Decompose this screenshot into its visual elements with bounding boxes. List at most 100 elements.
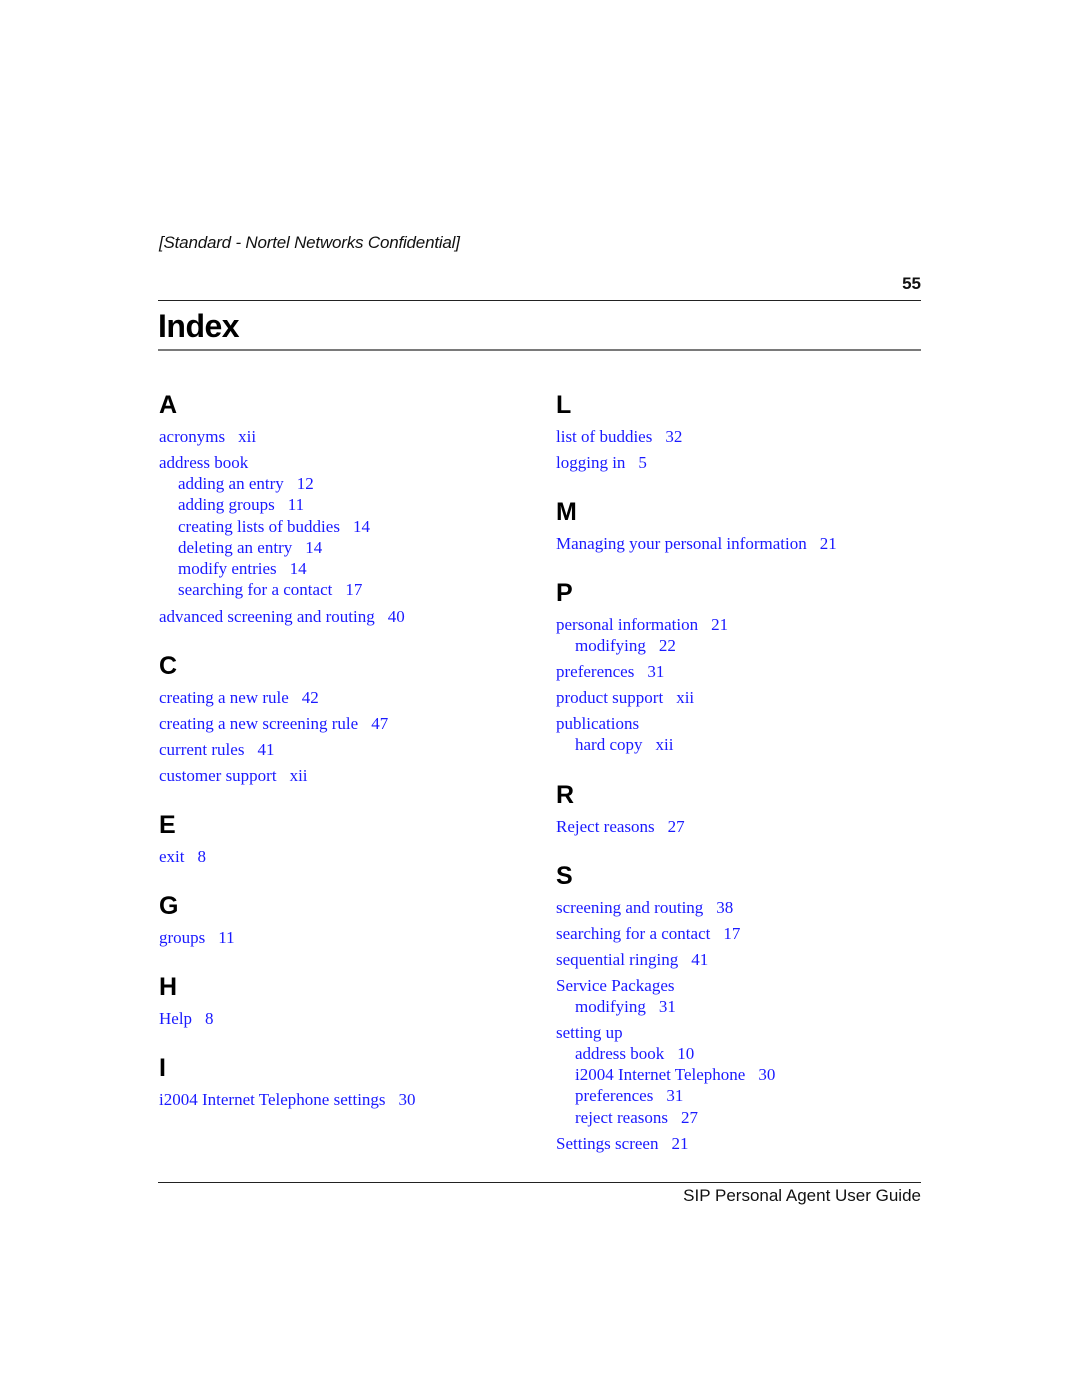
entry-page-link[interactable]: xii: [676, 688, 694, 707]
index-entry[interactable]: searching for a contact 17: [556, 923, 837, 944]
entry-page-link[interactable]: 38: [716, 898, 733, 917]
entry-page-link[interactable]: 31: [647, 662, 664, 681]
entry-page-link[interactable]: 8: [205, 1009, 214, 1028]
entry-term[interactable]: acronyms: [159, 427, 225, 446]
index-entry[interactable]: publications: [556, 713, 837, 734]
index-entry[interactable]: exit 8: [159, 846, 416, 867]
subentry-page-link[interactable]: 10: [677, 1044, 694, 1063]
subentry-page-link[interactable]: 22: [659, 636, 676, 655]
entry-term[interactable]: address book: [159, 453, 248, 472]
entry-term[interactable]: logging in: [556, 453, 625, 472]
entry-term[interactable]: current rules: [159, 740, 244, 759]
index-subentry[interactable]: deleting an entry 14: [159, 537, 416, 558]
index-entry[interactable]: Reject reasons 27: [556, 816, 837, 837]
index-subentry[interactable]: hard copy xii: [556, 734, 837, 755]
entry-term[interactable]: personal information: [556, 615, 698, 634]
entry-term[interactable]: creating a new screening rule: [159, 714, 358, 733]
entry-page-link[interactable]: 5: [638, 453, 647, 472]
index-subentry[interactable]: modifying 22: [556, 635, 837, 656]
index-entry[interactable]: sequential ringing 41: [556, 949, 837, 970]
entry-page-link[interactable]: 40: [388, 607, 405, 626]
subentry-term[interactable]: i2004 Internet Telephone: [575, 1065, 745, 1084]
subentry-page-link[interactable]: 31: [666, 1086, 683, 1105]
index-subentry[interactable]: searching for a contact 17: [159, 579, 416, 600]
index-subentry[interactable]: adding groups 11: [159, 494, 416, 515]
subentry-term[interactable]: reject reasons: [575, 1108, 668, 1127]
entry-term[interactable]: Reject reasons: [556, 817, 655, 836]
entry-term[interactable]: advanced screening and routing: [159, 607, 375, 626]
subentry-page-link[interactable]: 14: [353, 517, 370, 536]
subentry-page-link[interactable]: 27: [681, 1108, 698, 1127]
entry-term[interactable]: groups: [159, 928, 205, 947]
entry-page-link[interactable]: 17: [723, 924, 740, 943]
subentry-page-link[interactable]: xii: [656, 735, 674, 754]
index-entry[interactable]: creating a new screening rule 47: [159, 713, 416, 734]
entry-term[interactable]: i2004 Internet Telephone settings: [159, 1090, 386, 1109]
entry-page-link[interactable]: 21: [711, 615, 728, 634]
entry-page-link[interactable]: 8: [198, 847, 207, 866]
index-subentry[interactable]: creating lists of buddies 14: [159, 516, 416, 537]
entry-page-link[interactable]: 47: [371, 714, 388, 733]
subentry-term[interactable]: deleting an entry: [178, 538, 292, 557]
entry-term[interactable]: screening and routing: [556, 898, 703, 917]
entry-term[interactable]: list of buddies: [556, 427, 652, 446]
index-entry[interactable]: screening and routing 38: [556, 897, 837, 918]
subentry-page-link[interactable]: 30: [758, 1065, 775, 1084]
index-subentry[interactable]: reject reasons 27: [556, 1107, 837, 1128]
index-subentry[interactable]: address book 10: [556, 1043, 837, 1064]
entry-term[interactable]: creating a new rule: [159, 688, 289, 707]
entry-term[interactable]: searching for a contact: [556, 924, 710, 943]
entry-term[interactable]: Help: [159, 1009, 192, 1028]
index-entry[interactable]: customer support xii: [159, 765, 416, 786]
index-entry[interactable]: Settings screen 21: [556, 1133, 837, 1154]
index-entry[interactable]: preferences 31: [556, 661, 837, 682]
index-subentry[interactable]: modify entries 14: [159, 558, 416, 579]
entry-term[interactable]: setting up: [556, 1023, 623, 1042]
entry-term[interactable]: customer support: [159, 766, 277, 785]
subentry-page-link[interactable]: 31: [659, 997, 676, 1016]
entry-term[interactable]: Service Packages: [556, 976, 674, 995]
subentry-page-link[interactable]: 12: [297, 474, 314, 493]
entry-term[interactable]: Managing your personal information: [556, 534, 807, 553]
index-entry[interactable]: i2004 Internet Telephone settings 30: [159, 1089, 416, 1110]
entry-term[interactable]: product support: [556, 688, 663, 707]
subentry-term[interactable]: modify entries: [178, 559, 277, 578]
entry-page-link[interactable]: 42: [302, 688, 319, 707]
subentry-term[interactable]: address book: [575, 1044, 664, 1063]
index-entry[interactable]: product support xii: [556, 687, 837, 708]
index-subentry[interactable]: preferences 31: [556, 1085, 837, 1106]
index-subentry[interactable]: adding an entry 12: [159, 473, 416, 494]
entry-page-link[interactable]: xii: [238, 427, 256, 446]
entry-page-link[interactable]: 21: [820, 534, 837, 553]
entry-page-link[interactable]: 27: [668, 817, 685, 836]
index-entry[interactable]: acronyms xii: [159, 426, 416, 447]
subentry-term[interactable]: adding groups: [178, 495, 275, 514]
subentry-page-link[interactable]: 14: [305, 538, 322, 557]
subentry-page-link[interactable]: 11: [288, 495, 304, 514]
index-entry[interactable]: creating a new rule 42: [159, 687, 416, 708]
entry-term[interactable]: exit: [159, 847, 185, 866]
index-entry[interactable]: logging in 5: [556, 452, 837, 473]
entry-page-link[interactable]: 11: [218, 928, 234, 947]
index-entry[interactable]: Service Packages: [556, 975, 837, 996]
index-entry[interactable]: Managing your personal information 21: [556, 533, 837, 554]
subentry-term[interactable]: modifying: [575, 997, 646, 1016]
index-subentry[interactable]: i2004 Internet Telephone 30: [556, 1064, 837, 1085]
entry-term[interactable]: preferences: [556, 662, 634, 681]
entry-page-link[interactable]: 21: [671, 1134, 688, 1153]
index-entry[interactable]: list of buddies 32: [556, 426, 837, 447]
entry-term[interactable]: publications: [556, 714, 639, 733]
entry-page-link[interactable]: xii: [290, 766, 308, 785]
entry-page-link[interactable]: 32: [665, 427, 682, 446]
index-entry[interactable]: groups 11: [159, 927, 416, 948]
entry-page-link[interactable]: 41: [691, 950, 708, 969]
entry-page-link[interactable]: 41: [257, 740, 274, 759]
subentry-term[interactable]: modifying: [575, 636, 646, 655]
subentry-page-link[interactable]: 17: [345, 580, 362, 599]
index-entry[interactable]: current rules 41: [159, 739, 416, 760]
entry-term[interactable]: Settings screen: [556, 1134, 658, 1153]
subentry-term[interactable]: adding an entry: [178, 474, 284, 493]
index-entry[interactable]: setting up: [556, 1022, 837, 1043]
subentry-term[interactable]: searching for a contact: [178, 580, 332, 599]
subentry-term[interactable]: hard copy: [575, 735, 643, 754]
